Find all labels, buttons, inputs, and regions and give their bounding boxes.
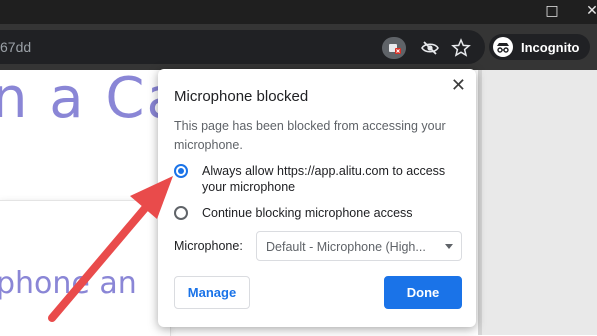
annotation-arrow [48, 176, 173, 322]
